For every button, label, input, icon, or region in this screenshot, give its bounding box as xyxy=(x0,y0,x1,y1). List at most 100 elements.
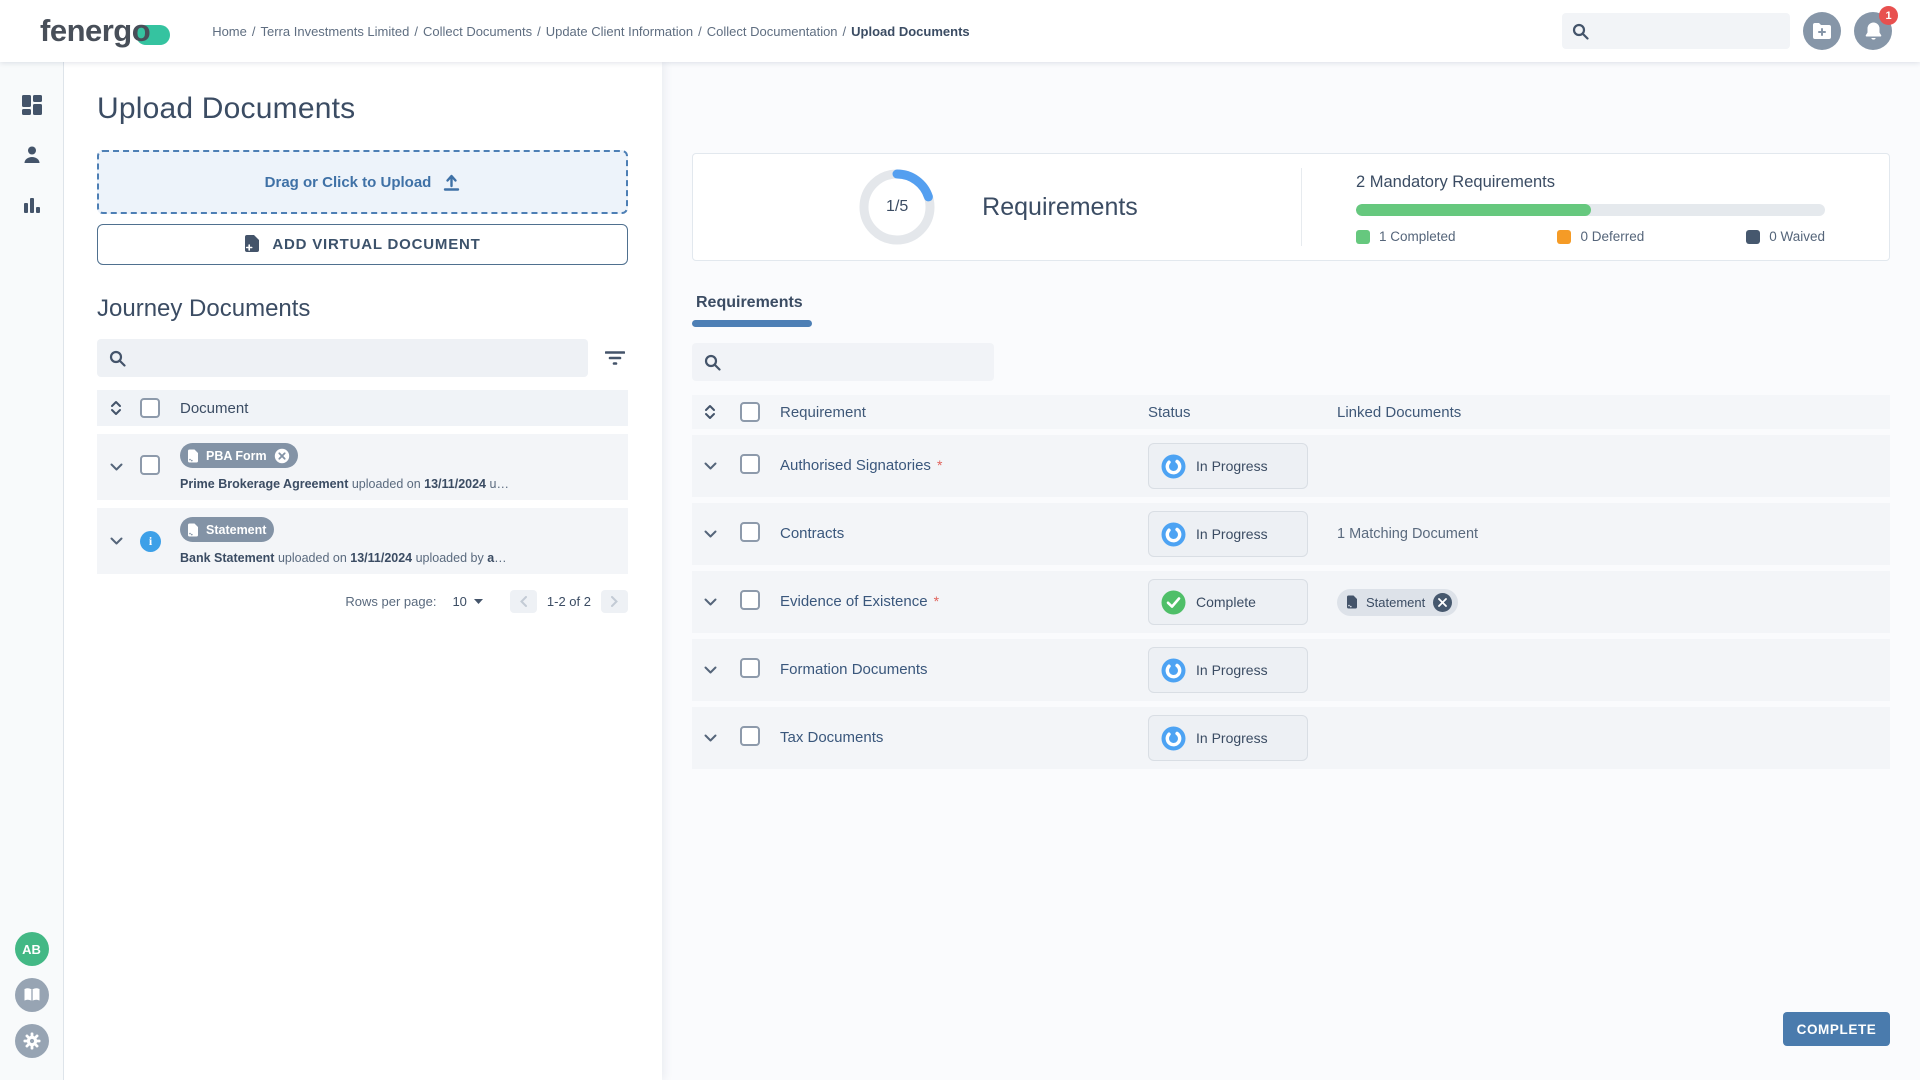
requirement-name[interactable]: Evidence of Existence xyxy=(780,593,928,610)
sort-icon[interactable] xyxy=(704,404,740,420)
breadcrumb-separator: / xyxy=(537,24,541,39)
requirement-name[interactable]: Tax Documents xyxy=(780,729,883,746)
status-chip[interactable]: In Progress xyxy=(1148,443,1308,489)
breadcrumb-item[interactable]: Terra Investments Limited xyxy=(261,24,410,39)
document-checkbox[interactable] xyxy=(140,455,160,475)
requirements-summary-card: 1/5 Requirements 2 Mandatory Requirement… xyxy=(692,153,1890,261)
legend-item: 0 Waived xyxy=(1746,229,1825,244)
required-asterisk: * xyxy=(934,593,939,609)
help-guide-button[interactable] xyxy=(15,978,49,1012)
legend-label: 0 Deferred xyxy=(1580,229,1644,244)
journey-search-input[interactable] xyxy=(135,350,576,366)
mandatory-progress-fill xyxy=(1356,204,1591,216)
document-chip[interactable]: Statement xyxy=(180,517,274,542)
document-icon xyxy=(1346,595,1358,609)
linked-documents-text: 1 Matching Document xyxy=(1337,526,1478,542)
requirement-name[interactable]: Contracts xyxy=(780,525,844,542)
requirement-checkbox[interactable] xyxy=(740,590,760,610)
linked-document-chip[interactable]: Statement xyxy=(1337,589,1458,616)
chevron-down-icon[interactable] xyxy=(110,537,123,545)
chevron-down-icon[interactable] xyxy=(110,463,123,471)
select-all-checkbox[interactable] xyxy=(140,398,160,418)
journey-table-header: Document xyxy=(97,390,628,426)
status-chip[interactable]: In Progress xyxy=(1148,715,1308,761)
filter-icon xyxy=(605,350,625,366)
summary-title: Requirements xyxy=(982,193,1138,222)
journey-search-row xyxy=(97,339,628,377)
requirements-donut: 1/5 xyxy=(856,166,938,248)
chevron-down-icon[interactable] xyxy=(704,462,717,470)
complete-icon xyxy=(1161,590,1186,615)
in-progress-icon xyxy=(1161,522,1186,547)
prev-page-button[interactable] xyxy=(510,590,537,613)
requirements-search[interactable] xyxy=(692,343,994,381)
requirements-search-input[interactable] xyxy=(730,354,982,370)
settings-button[interactable] xyxy=(15,1024,49,1058)
info-icon[interactable]: i xyxy=(140,531,161,552)
global-search-input[interactable] xyxy=(1597,23,1780,39)
status-chip[interactable]: In Progress xyxy=(1148,647,1308,693)
reports-icon[interactable] xyxy=(19,192,45,218)
add-virtual-document-button[interactable]: ADD VIRTUAL DOCUMENT xyxy=(97,224,628,265)
journey-document-row: PBA FormPrime Brokerage Agreement upload… xyxy=(97,434,628,500)
linked-document-chip-label: Statement xyxy=(1366,595,1425,610)
journey-documents-title: Journey Documents xyxy=(97,295,628,323)
requirement-checkbox[interactable] xyxy=(740,726,760,746)
requirement-row: Tax Documents In Progress xyxy=(692,707,1890,769)
status-chip[interactable]: Complete xyxy=(1148,579,1308,625)
rows-per-page-select[interactable]: 10 xyxy=(452,594,483,609)
notifications-button[interactable]: 1 xyxy=(1854,12,1892,50)
legend-swatch xyxy=(1356,230,1370,244)
status-chip[interactable]: In Progress xyxy=(1148,511,1308,557)
clients-icon[interactable] xyxy=(19,142,45,168)
requirement-checkbox[interactable] xyxy=(740,522,760,542)
select-all-requirements-checkbox[interactable] xyxy=(740,402,760,422)
document-chip[interactable]: PBA Form xyxy=(180,443,298,468)
chevron-down-icon[interactable] xyxy=(704,530,717,538)
dashboard-icon[interactable] xyxy=(19,92,45,118)
chevron-right-icon xyxy=(611,596,618,607)
folder-plus-icon xyxy=(1812,22,1832,40)
legend-item: 0 Deferred xyxy=(1557,229,1644,244)
document-detail-part: Bank Statement xyxy=(180,551,274,565)
donut-label: 1/5 xyxy=(856,166,938,248)
journey-search[interactable] xyxy=(97,339,588,377)
breadcrumb-separator: / xyxy=(843,24,847,39)
chevron-down-icon[interactable] xyxy=(704,734,717,742)
breadcrumb-item[interactable]: Home xyxy=(212,24,247,39)
requirement-checkbox[interactable] xyxy=(740,658,760,678)
document-detail-part: 13/11/2024 xyxy=(424,477,486,491)
add-new-button[interactable] xyxy=(1803,12,1841,50)
requirement-name[interactable]: Formation Documents xyxy=(780,661,928,678)
breadcrumb-separator: / xyxy=(252,24,256,39)
breadcrumb-item[interactable]: Update Client Information xyxy=(546,24,693,39)
next-page-button[interactable] xyxy=(601,590,628,613)
user-avatar[interactable]: AB xyxy=(15,932,49,966)
sort-icon[interactable] xyxy=(110,400,140,416)
complete-button[interactable]: COMPLETE xyxy=(1783,1012,1890,1046)
breadcrumb-item[interactable]: Collect Documentation xyxy=(707,24,838,39)
requirement-name[interactable]: Authorised Signatories xyxy=(780,457,931,474)
global-search[interactable] xyxy=(1562,13,1790,49)
remove-icon[interactable] xyxy=(274,448,290,464)
in-progress-icon xyxy=(1161,454,1186,479)
top-bar: fenergo Home / Terra Investments Limited / C… xyxy=(0,0,1920,62)
tab-requirements[interactable]: Requirements xyxy=(692,294,807,312)
summary-right: 2 Mandatory Requirements 1 Completed0 De… xyxy=(1302,154,1889,260)
requirement-rows: Authorised Signatories * In Progress Contra… xyxy=(692,435,1890,769)
chevron-down-icon[interactable] xyxy=(704,666,717,674)
unlink-icon[interactable] xyxy=(1433,593,1452,612)
in-progress-icon xyxy=(1161,658,1186,683)
add-virtual-document-label: ADD VIRTUAL DOCUMENT xyxy=(272,236,480,253)
document-icon xyxy=(187,523,199,537)
bell-icon xyxy=(1864,21,1883,41)
breadcrumb-item[interactable]: Collect Documents xyxy=(423,24,532,39)
filter-button[interactable] xyxy=(602,345,628,371)
upload-dropzone[interactable]: Drag or Click to Upload xyxy=(97,150,628,214)
legend-swatch xyxy=(1557,230,1571,244)
fenergo-logo[interactable]: fenergo xyxy=(40,13,170,49)
chevron-down-icon[interactable] xyxy=(704,598,717,606)
page-title: Upload Documents xyxy=(97,92,628,126)
requirement-checkbox[interactable] xyxy=(740,454,760,474)
mandatory-title: 2 Mandatory Requirements xyxy=(1356,173,1825,192)
